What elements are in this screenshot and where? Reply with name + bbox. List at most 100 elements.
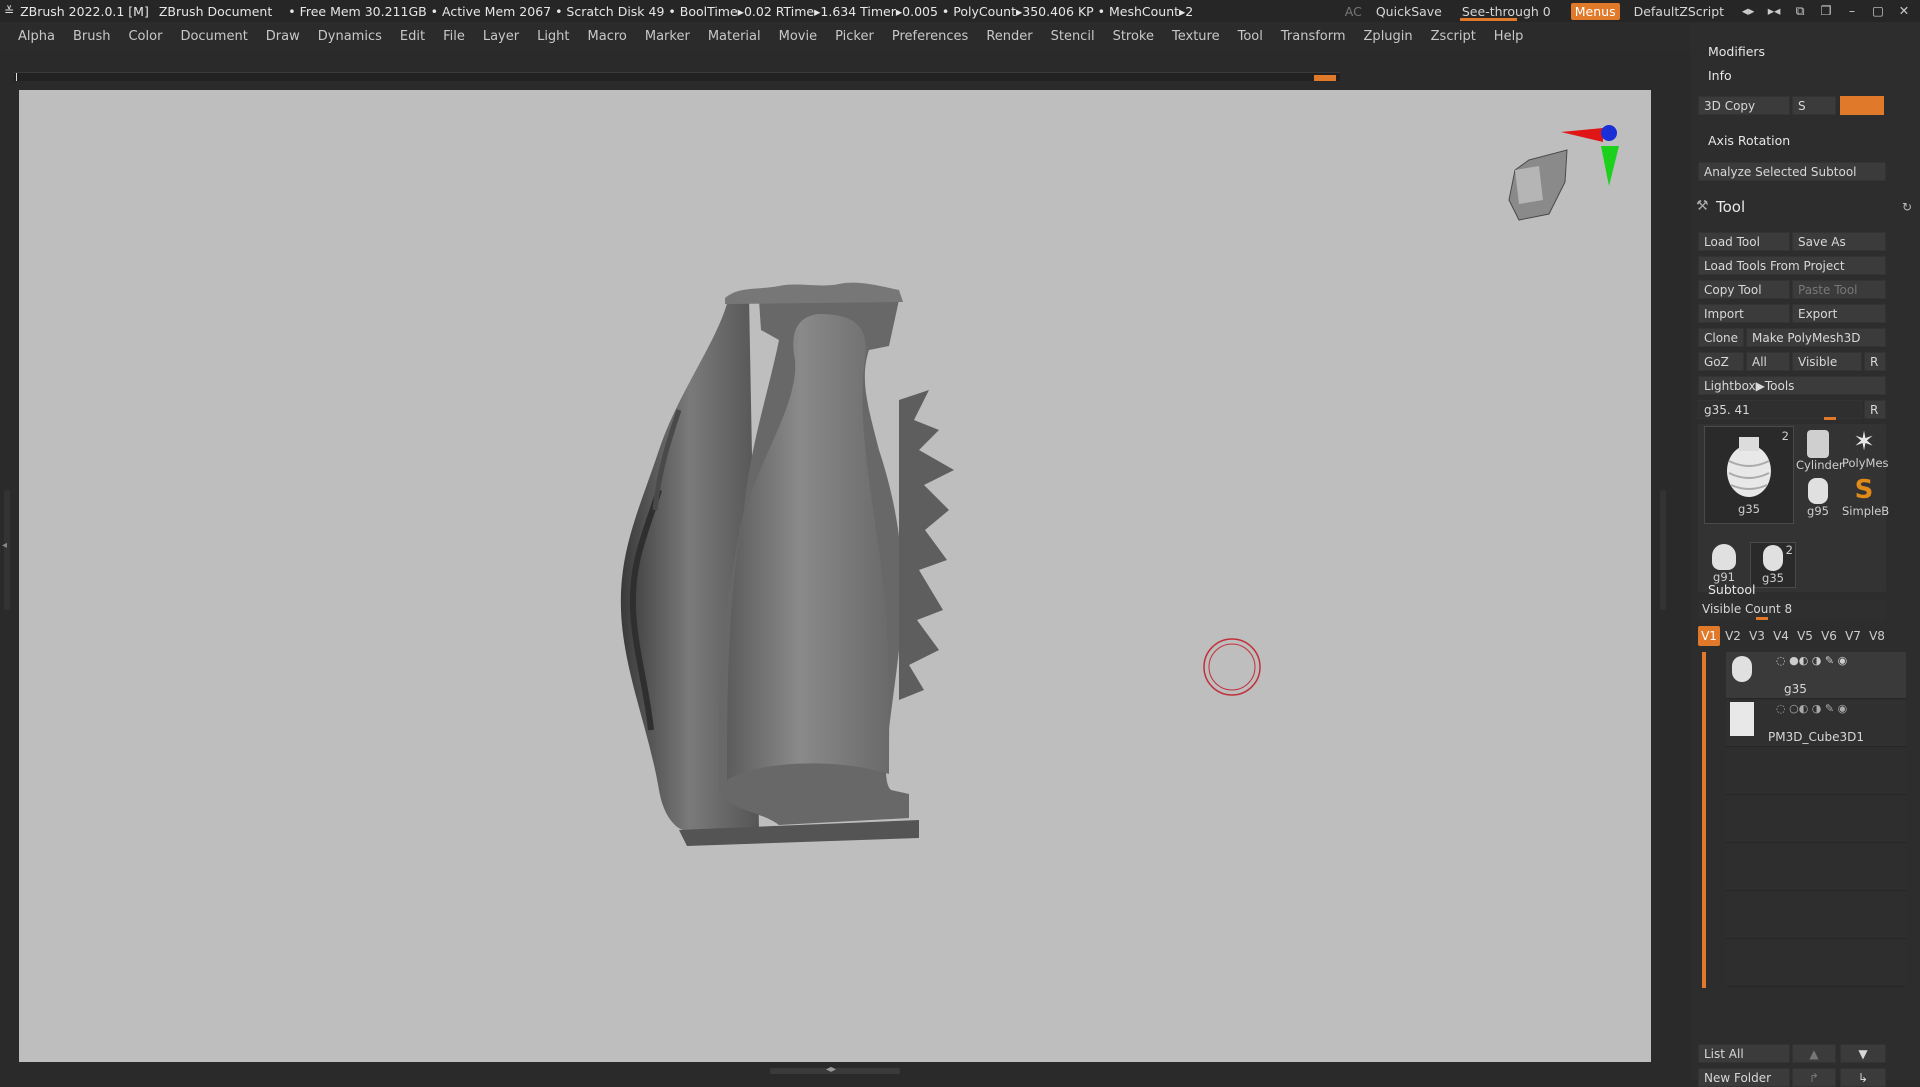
menu-macro[interactable]: Macro (579, 29, 636, 44)
maximize-icon[interactable]: ▢ (1868, 3, 1888, 18)
menu-file[interactable]: File (434, 29, 474, 44)
copy-tool-button[interactable]: Copy Tool (1698, 280, 1790, 299)
folder-action-icon[interactable]: ↱ (1792, 1068, 1836, 1087)
menu-render[interactable]: Render (977, 29, 1041, 44)
visible-count-knob[interactable] (1756, 617, 1768, 620)
thumb-simpleb[interactable]: S SimpleB (1842, 476, 1889, 520)
subtool-row-g35[interactable]: ◌ ●◐ ◑ ✎ ◉ g35 (1726, 652, 1906, 699)
see-through-slider[interactable]: See-through 0 (1456, 4, 1557, 21)
timeline-track[interactable] (14, 72, 1340, 81)
menu-movie[interactable]: Movie (770, 29, 826, 44)
i-field[interactable] (1840, 96, 1884, 115)
load-tool-button[interactable]: Load Tool (1698, 232, 1790, 251)
layout-right-icon[interactable]: ▸◂ (1764, 3, 1784, 18)
current-tool-slider[interactable]: g35. 41 (1698, 400, 1862, 419)
goz-all-button[interactable]: All (1746, 352, 1790, 371)
s-field[interactable]: S (1792, 96, 1836, 115)
subtool-g35-toggles[interactable]: ◌ ●◐ ◑ ✎ ◉ (1776, 654, 1847, 667)
menu-brush[interactable]: Brush (64, 29, 120, 44)
tab-v4[interactable]: V4 (1770, 626, 1792, 646)
subtool-cube-toggles[interactable]: ◌ ○◐ ◑ ✎ ◉ (1776, 702, 1847, 715)
folder-enter-icon[interactable]: ↳ (1840, 1068, 1886, 1087)
thumb-polymesh[interactable]: ✶ PolyMes (1842, 428, 1889, 472)
close-icon[interactable]: ✕ (1894, 3, 1914, 18)
tab-v3[interactable]: V3 (1746, 626, 1768, 646)
menu-help[interactable]: Help (1485, 29, 1533, 44)
menu-preferences[interactable]: Preferences (883, 29, 977, 44)
tab-v7[interactable]: V7 (1842, 626, 1864, 646)
load-tools-from-project-button[interactable]: Load Tools From Project (1698, 256, 1886, 275)
tab-v5[interactable]: V5 (1794, 626, 1816, 646)
minimize-icon[interactable]: – (1842, 3, 1862, 18)
left-tray-arrow-icon[interactable]: ◂ (2, 540, 7, 551)
menu-document[interactable]: Document (171, 29, 256, 44)
menu-stroke[interactable]: Stroke (1104, 29, 1163, 44)
menu-zplugin[interactable]: Zplugin (1355, 29, 1422, 44)
menu-layer[interactable]: Layer (474, 29, 528, 44)
timeline-handle[interactable] (1314, 75, 1336, 81)
current-tool-slider-knob[interactable] (1824, 417, 1836, 420)
default-zscript-button[interactable]: DefaultZScript (1634, 4, 1725, 19)
menu-marker[interactable]: Marker (636, 29, 699, 44)
paste-tool-button[interactable]: Paste Tool (1792, 280, 1886, 299)
move-up-button[interactable]: ▲ (1792, 1044, 1836, 1063)
menu-light[interactable]: Light (528, 29, 578, 44)
visible-count-slider[interactable]: Visible Count 8 (1698, 600, 1886, 620)
subtool-row-pm3d-cube3d1[interactable]: ◌ ○◐ ◑ ✎ ◉ PM3D_Cube3D1 (1726, 700, 1906, 747)
import-button[interactable]: Import (1698, 304, 1790, 323)
axis-rotation-header[interactable]: Axis Rotation (1708, 133, 1790, 148)
y-axis-gizmo-arrow[interactable] (1601, 146, 1619, 186)
navigation-gizmo[interactable] (1508, 125, 1619, 221)
info-header[interactable]: Info (1708, 68, 1732, 83)
modifiers-header[interactable]: Modifiers (1708, 44, 1765, 59)
viewport-canvas[interactable] (19, 90, 1651, 1062)
window-restore-icon[interactable]: ❐ (1816, 3, 1836, 18)
tab-v8[interactable]: V8 (1866, 626, 1888, 646)
menu-alpha[interactable]: Alpha (0, 29, 64, 44)
save-as-button[interactable]: Save As (1792, 232, 1886, 251)
canvas-viewport[interactable] (19, 90, 1651, 1062)
window-copy-icon[interactable]: ⧉ (1790, 3, 1810, 19)
subtool-header[interactable]: Subtool (1708, 582, 1755, 597)
tool-r-button[interactable]: R (1864, 400, 1886, 419)
thumb-g35-main[interactable]: g35 2 (1704, 426, 1794, 524)
menu-draw[interactable]: Draw (257, 29, 309, 44)
layout-left-icon[interactable]: ◂▸ (1738, 3, 1758, 18)
z-axis-gizmo-dot[interactable] (1601, 125, 1617, 141)
menu-zscript[interactable]: Zscript (1422, 29, 1485, 44)
tab-v2[interactable]: V2 (1722, 626, 1744, 646)
menu-tool[interactable]: Tool (1229, 29, 1272, 44)
menus-toggle[interactable]: Menus (1570, 2, 1620, 20)
list-all-button[interactable]: List All (1698, 1044, 1790, 1063)
3d-copy-button[interactable]: 3D Copy (1698, 96, 1790, 115)
menu-transform[interactable]: Transform (1272, 29, 1355, 44)
tool-section-title[interactable]: Tool (1716, 198, 1745, 216)
menu-color[interactable]: Color (119, 29, 171, 44)
ac-indicator[interactable]: AC (1345, 4, 1362, 19)
menu-dynamics[interactable]: Dynamics (309, 29, 391, 44)
tool-pin-icon[interactable]: ⚒ (1696, 198, 1709, 214)
new-folder-button[interactable]: New Folder (1698, 1068, 1790, 1087)
bottom-tray-arrow-icon[interactable]: ◂▸ (826, 1064, 836, 1075)
goz-r-button[interactable]: R (1864, 352, 1886, 371)
menu-texture[interactable]: Texture (1163, 29, 1229, 44)
quicksave-button[interactable]: QuickSave (1376, 4, 1442, 19)
thumb-g91[interactable]: g91 (1704, 542, 1744, 586)
export-button[interactable]: Export (1792, 304, 1886, 323)
right-tray-handle[interactable] (1660, 490, 1666, 610)
clone-button[interactable]: Clone (1698, 328, 1744, 347)
thumb-g95[interactable]: g95 (1796, 476, 1840, 520)
goz-visible-button[interactable]: Visible (1792, 352, 1862, 371)
menu-stencil[interactable]: Stencil (1042, 29, 1104, 44)
menu-picker[interactable]: Picker (826, 29, 883, 44)
lightbox-tools-button[interactable]: Lightbox▶Tools (1698, 376, 1886, 395)
analyze-selected-subtool-button[interactable]: Analyze Selected Subtool (1698, 162, 1886, 181)
vase-model[interactable] (620, 282, 954, 846)
x-axis-gizmo-arrow[interactable] (1561, 128, 1603, 142)
thumb-g35-small[interactable]: g35 2 (1750, 542, 1796, 588)
goz-button[interactable]: GoZ (1698, 352, 1744, 371)
move-down-button[interactable]: ▼ (1840, 1044, 1886, 1063)
thumb-cylinder[interactable]: Cylinder (1796, 428, 1844, 472)
tab-v1[interactable]: V1 (1698, 626, 1720, 646)
refresh-icon[interactable]: ↻ (1902, 200, 1912, 214)
